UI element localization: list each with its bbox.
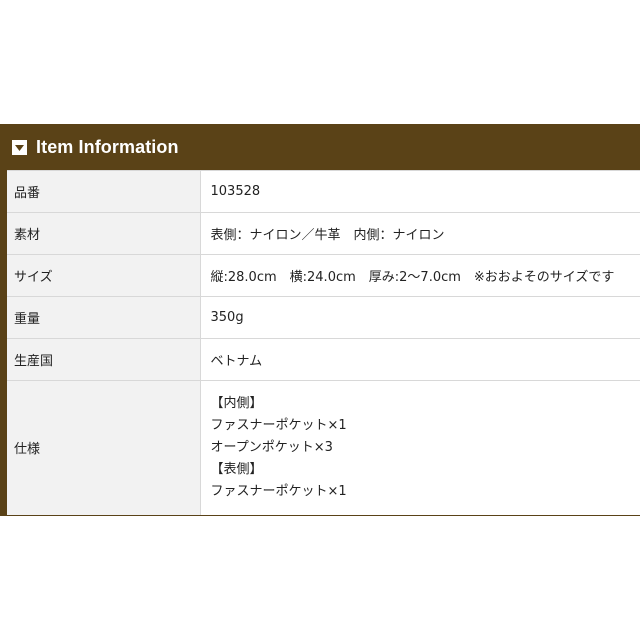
spec-line: ファスナーポケット×1 bbox=[210, 483, 347, 499]
row-label: サイズ bbox=[7, 254, 201, 297]
spec-line: 【表側】 bbox=[210, 461, 263, 477]
spec-line: 【内側】 bbox=[210, 395, 263, 411]
row-value-multiline: 【内側】 ファスナーポケット×1 オープンポケット×3 【表側】 ファスナーポケ… bbox=[200, 380, 640, 515]
row-label: 重量 bbox=[7, 296, 201, 339]
row-value: 350g bbox=[200, 296, 640, 339]
row-value: ベトナム bbox=[200, 338, 640, 381]
item-information-panel: Item Information 品番 103528 素材 表側：ナイロン／牛革… bbox=[0, 124, 640, 516]
row-label: 素材 bbox=[7, 212, 201, 255]
table-row: 素材 表側：ナイロン／牛革 内側：ナイロン bbox=[7, 212, 640, 255]
caret-down-square-icon[interactable] bbox=[12, 139, 27, 155]
panel-title: Item Information bbox=[36, 136, 179, 157]
row-label: 品番 bbox=[7, 170, 201, 213]
row-value: 表側：ナイロン／牛革 内側：ナイロン bbox=[200, 212, 640, 255]
table-row: サイズ 縦:28.0cm 横:24.0cm 厚み:2〜7.0cm ※おおよそのサ… bbox=[7, 254, 640, 297]
row-label: 生産国 bbox=[7, 338, 201, 381]
spec-line: オープンポケット×3 bbox=[210, 439, 333, 455]
spec-line: ファスナーポケット×1 bbox=[210, 417, 347, 433]
row-value: 103528 bbox=[200, 170, 640, 213]
table-row: 品番 103528 bbox=[7, 170, 640, 213]
table-row: 仕様 【内側】 ファスナーポケット×1 オープンポケット×3 【表側】 ファスナ… bbox=[7, 380, 640, 515]
panel-header[interactable]: Item Information bbox=[7, 124, 640, 170]
row-value: 縦:28.0cm 横:24.0cm 厚み:2〜7.0cm ※おおよそのサイズです bbox=[200, 254, 640, 297]
item-spec-table: 品番 103528 素材 表側：ナイロン／牛革 内側：ナイロン サイズ 縦:28… bbox=[7, 170, 640, 515]
row-label: 仕様 bbox=[7, 380, 201, 515]
table-row: 重量 350g bbox=[7, 296, 640, 339]
table-row: 生産国 ベトナム bbox=[7, 338, 640, 381]
